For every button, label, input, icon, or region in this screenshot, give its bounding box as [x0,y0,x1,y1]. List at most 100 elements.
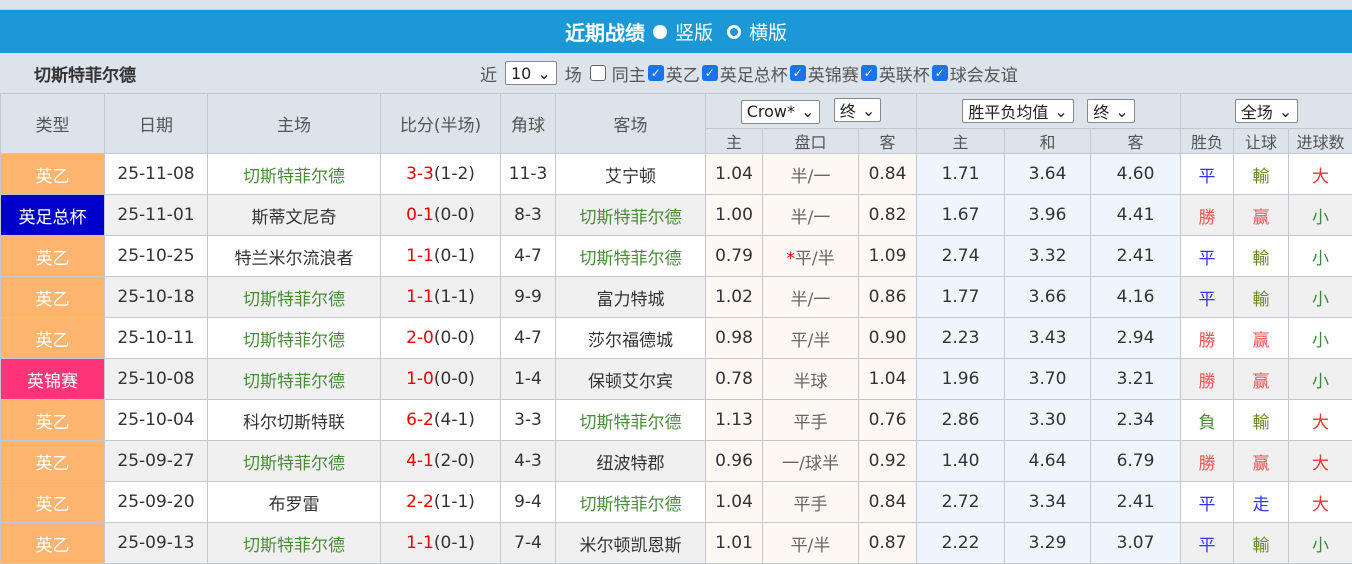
final2-select[interactable]: 终⌄ [1087,99,1134,123]
league-badge[interactable]: 英乙 [1,482,105,523]
table-row: 英乙 25-09-20 布罗雷 2-2(1-1) 9-4 切斯特菲尔德 1.04… [1,482,1352,523]
league-checkbox[interactable]: ✓ [932,65,948,81]
score: 2-0(0-0) [381,318,501,359]
away-team[interactable]: 米尔顿凯恩斯 [556,523,706,564]
home-team[interactable]: 特兰米尔流浪者 [208,236,381,277]
unit-label: 场 [565,61,582,86]
col-away: 客场 [556,94,706,154]
result-wl: 平 [1181,154,1234,195]
league-checkbox[interactable]: ✓ [861,65,877,81]
away-team[interactable]: 切斯特菲尔德 [556,482,706,523]
match-count-select[interactable]: 10⌄ [505,61,557,85]
league-checkbox[interactable]: ✓ [648,65,664,81]
league-badge[interactable]: 英乙 [1,318,105,359]
result-wl: 勝 [1181,359,1234,400]
sub-hc: 让球 [1234,129,1289,154]
score: 0-1(0-0) [381,195,501,236]
handicap-line: 半/一 [763,154,859,195]
half-score: (1-2) [434,164,475,184]
away-team[interactable]: 切斯特菲尔德 [556,236,706,277]
star-mark: * [786,249,795,269]
full-score: 1-1 [406,246,434,266]
loss-odds: 4.60 [1091,154,1181,195]
score: 2-2(1-1) [381,482,501,523]
draw-odds: 3.43 [1005,318,1091,359]
final2-value: 终 [1093,99,1109,123]
away-team[interactable]: 纽波特郡 [556,441,706,482]
home-team[interactable]: 科尔切斯特联 [208,400,381,441]
same-home-checkbox[interactable] [590,65,606,81]
vertical-label[interactable]: 竖版 [675,18,713,45]
league-badge[interactable]: 英锦赛 [1,359,105,400]
half-score: (4-1) [434,410,475,430]
away-team[interactable]: 切斯特菲尔德 [556,195,706,236]
score: 4-1(2-0) [381,441,501,482]
home-odds: 1.13 [706,400,763,441]
full-score: 1-0 [406,369,434,389]
home-team[interactable]: 切斯特菲尔德 [208,523,381,564]
draw-odds: 3.96 [1005,195,1091,236]
league-checkbox[interactable]: ✓ [790,65,806,81]
result-header: 全场⌄ [1181,94,1352,129]
corners: 7-4 [501,523,556,564]
away-odds: 0.84 [859,482,917,523]
league-badge[interactable]: 英乙 [1,523,105,564]
full-score: 1-1 [406,287,434,307]
radio-horizontal[interactable] [727,25,741,39]
away-team[interactable]: 富力特城 [556,277,706,318]
half-score: (0-0) [434,205,475,225]
full-score: 2-0 [406,328,434,348]
full-score: 2-2 [406,492,434,512]
scope-select[interactable]: 全场⌄ [1235,99,1298,123]
home-team[interactable]: 布罗雷 [208,482,381,523]
home-team[interactable]: 切斯特菲尔德 [208,318,381,359]
win-odds: 1.67 [917,195,1005,236]
europe-header: 胜平负均值⌄ 终⌄ [917,94,1181,129]
radio-vertical[interactable] [653,25,667,39]
win-odds: 2.86 [917,400,1005,441]
corners: 3-3 [501,400,556,441]
result-ou: 小 [1289,195,1352,236]
home-team[interactable]: 切斯特菲尔德 [208,154,381,195]
company-select[interactable]: Crow*⌄ [741,100,821,124]
final1-select[interactable]: 终⌄ [834,98,881,122]
line-value: 半/一 [791,208,831,228]
horizontal-label[interactable]: 横版 [749,18,787,45]
league-badge[interactable]: 英乙 [1,154,105,195]
date: 25-09-13 [105,523,208,564]
handicap-line: 平/半 [763,523,859,564]
avg-select[interactable]: 胜平负均值⌄ [962,99,1073,123]
company-value: Crow* [747,102,795,121]
league-badge[interactable]: 英乙 [1,441,105,482]
win-odds: 1.40 [917,441,1005,482]
league-badge[interactable]: 英乙 [1,236,105,277]
result-handicap: 輸 [1234,523,1289,564]
league-checkbox[interactable]: ✓ [702,65,718,81]
win-odds: 1.71 [917,154,1005,195]
home-odds: 1.04 [706,154,763,195]
date: 25-10-25 [105,236,208,277]
score: 3-3(1-2) [381,154,501,195]
handicap-header: Crow*⌄ 终⌄ [706,94,917,129]
draw-odds: 3.66 [1005,277,1091,318]
away-odds: 0.82 [859,195,917,236]
table-row: 英乙 25-09-13 切斯特菲尔德 1-1(0-1) 7-4 米尔顿凯恩斯 1… [1,523,1352,564]
home-team[interactable]: 切斯特菲尔德 [208,277,381,318]
home-odds: 1.04 [706,482,763,523]
result-ou: 大 [1289,482,1352,523]
home-odds: 0.78 [706,359,763,400]
home-team[interactable]: 斯蒂文尼奇 [208,195,381,236]
away-team[interactable]: 切斯特菲尔德 [556,400,706,441]
half-score: (1-1) [434,287,475,307]
away-team[interactable]: 保顿艾尔宾 [556,359,706,400]
chevron-down-icon: ⌄ [537,64,550,83]
league-badge[interactable]: 英足总杯 [1,195,105,236]
away-team[interactable]: 艾宁顿 [556,154,706,195]
away-team[interactable]: 莎尔福德城 [556,318,706,359]
result-ou: 小 [1289,318,1352,359]
half-score: (0-1) [434,533,475,553]
league-badge[interactable]: 英乙 [1,277,105,318]
home-team[interactable]: 切斯特菲尔德 [208,441,381,482]
home-team[interactable]: 切斯特菲尔德 [208,359,381,400]
league-badge[interactable]: 英乙 [1,400,105,441]
